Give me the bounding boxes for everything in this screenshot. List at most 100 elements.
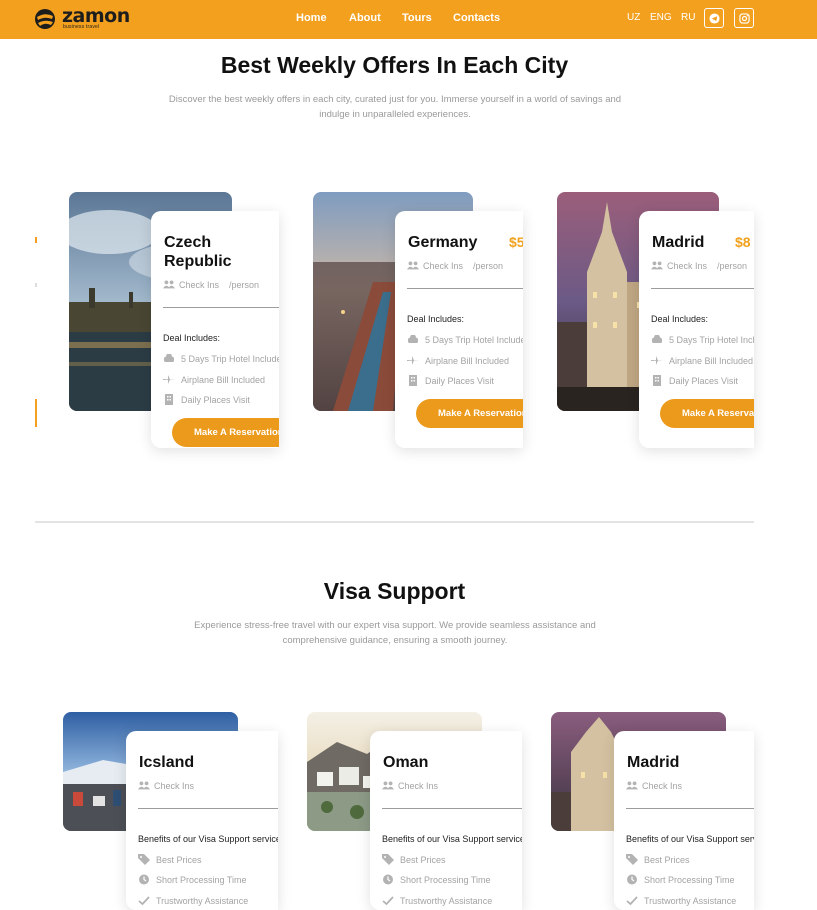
feature-label: 5 Days Trip Hotel Included	[181, 353, 279, 364]
nav-home[interactable]: Home	[296, 12, 327, 24]
telegram-button[interactable]	[704, 8, 724, 28]
benefits-heading: Benefits of our Visa Support services	[626, 834, 754, 844]
visa-desc-line-2: comprehensive guidance, ensuring a smoot…	[282, 635, 508, 646]
card-divider	[626, 808, 754, 809]
checkins-meta: Check Ins	[138, 780, 194, 791]
benefits-heading: Benefits of our Visa Support services	[382, 834, 522, 844]
visa-card-madrid: Madrid Check Ins Benefits of our Visa Su…	[614, 731, 754, 910]
benefit-label: Short Processing Time	[156, 874, 247, 885]
card-title-line-2: Republic	[164, 253, 232, 270]
benefit-label: Trustworthy Assistance	[644, 895, 737, 906]
offer-card-madrid: Madrid $8 Check Ins /person Deal Include…	[639, 211, 754, 448]
offer-card-czech: Czech Republic Check Ins /person Deal In…	[151, 211, 279, 448]
benefit-time: Short Processing Time	[626, 874, 735, 885]
feature-label: 5 Days Trip Hotel Included	[425, 334, 523, 345]
card-title: Icsland	[139, 754, 195, 771]
card-divider	[163, 307, 279, 308]
nav-contacts[interactable]: Contacts	[453, 12, 500, 24]
benefit-trust: Trustworthy Assistance	[138, 895, 248, 906]
top-header: zamon business travel Home About Tours C…	[0, 0, 817, 39]
visa-card-iceland: Icsland Check Ins Benefits of our Visa S…	[126, 731, 278, 910]
visa-card-oman: Oman Check Ins Benefits of our Visa Supp…	[370, 731, 522, 910]
benefit-time: Short Processing Time	[138, 874, 247, 885]
visa-description: Experience stress-free travel with our e…	[150, 618, 640, 648]
card-price: $8	[735, 234, 751, 250]
check-icon	[138, 896, 150, 906]
per-person-label: /person	[229, 279, 260, 290]
reservation-button[interactable]: Make A Reservation	[416, 399, 523, 428]
card-divider	[651, 288, 754, 289]
feature-places: Daily Places Visit	[163, 394, 250, 405]
card-price: $5	[509, 234, 523, 250]
nav-tours[interactable]: Tours	[402, 12, 432, 24]
checkins-label: Check Ins	[667, 260, 708, 271]
lang-eng[interactable]: ENG	[650, 12, 672, 23]
lang-ru[interactable]: RU	[681, 12, 695, 23]
lang-uz[interactable]: UZ	[627, 12, 640, 23]
clock-icon	[383, 874, 393, 885]
previous-card-edge	[35, 237, 37, 427]
reservation-button[interactable]: Make A Reservation	[172, 418, 279, 447]
card-title: Czech Republic	[164, 233, 232, 271]
benefits-heading: Benefits of our Visa Support services	[138, 834, 278, 844]
benefit-prices: Best Prices	[138, 854, 202, 865]
logo-subtitle: business travel	[63, 24, 100, 30]
card-divider	[138, 808, 278, 809]
benefit-label: Short Processing Time	[400, 874, 491, 885]
tag-icon	[138, 854, 150, 865]
visa-desc-line-1: Experience stress-free travel with our e…	[194, 620, 596, 631]
checkins-meta: Check Ins /person	[407, 260, 503, 271]
users-icon	[626, 781, 638, 790]
benefit-prices: Best Prices	[382, 854, 446, 865]
checkins-label: Check Ins	[642, 780, 683, 791]
benefit-label: Best Prices	[156, 854, 202, 865]
feature-label: Airplane Bill Included	[181, 374, 266, 385]
per-person-label: /person	[473, 260, 504, 271]
tag-icon	[382, 854, 394, 865]
card-title: Madrid	[627, 754, 680, 771]
feature-airplane: Airplane Bill Included	[407, 355, 509, 366]
feature-label: Daily Places Visit	[181, 394, 250, 405]
car-icon	[408, 335, 418, 343]
clock-icon	[627, 874, 637, 885]
card-title: Madrid	[652, 234, 705, 251]
card-title: Germany	[408, 234, 478, 251]
card-title-line-1: Czech	[164, 234, 212, 251]
feature-airplane: Airplane Bill Included	[163, 374, 265, 385]
offer-card-germany: Germany $5 Check Ins /person Deal Includ…	[395, 211, 523, 448]
checkins-meta: Check Ins /person	[163, 279, 259, 290]
per-person-label: /person	[717, 260, 748, 271]
clock-icon	[139, 874, 149, 885]
reservation-button[interactable]: Make A Reservation	[660, 399, 754, 428]
instagram-icon	[738, 12, 750, 24]
airplane-icon	[163, 375, 175, 384]
feature-label: 5 Days Trip Hotel Included	[669, 334, 754, 345]
benefit-trust: Trustworthy Assistance	[626, 895, 736, 906]
benefit-time: Short Processing Time	[382, 874, 491, 885]
globe-logo-icon	[35, 9, 55, 29]
users-icon	[407, 261, 419, 270]
checkins-label: Check Ins	[398, 780, 439, 791]
visa-title: Visa Support	[323, 578, 466, 604]
feature-label: Daily Places Visit	[425, 375, 494, 386]
benefit-prices: Best Prices	[626, 854, 690, 865]
users-icon	[163, 280, 175, 289]
benefit-label: Trustworthy Assistance	[400, 895, 493, 906]
car-icon	[164, 354, 174, 362]
feature-label: Airplane Bill Included	[425, 355, 510, 366]
car-icon	[652, 335, 662, 343]
benefit-trust: Trustworthy Assistance	[382, 895, 492, 906]
users-icon	[382, 781, 394, 790]
check-icon	[626, 896, 638, 906]
deal-heading: Deal Includes:	[163, 333, 221, 343]
offers-desc-line-1: Discover the best weekly offers in each …	[168, 94, 622, 105]
brand-logo[interactable]: zamon business travel	[34, 5, 134, 34]
instagram-button[interactable]	[734, 8, 754, 28]
checkins-meta: Check Ins	[626, 780, 682, 791]
deal-heading: Deal Includes:	[407, 314, 465, 324]
checkins-label: Check Ins	[154, 780, 195, 791]
feature-label: Airplane Bill Included	[669, 355, 754, 366]
benefit-label: Best Prices	[400, 854, 446, 865]
offers-description: Discover the best weekly offers in each …	[150, 92, 640, 122]
nav-about[interactable]: About	[349, 12, 381, 24]
